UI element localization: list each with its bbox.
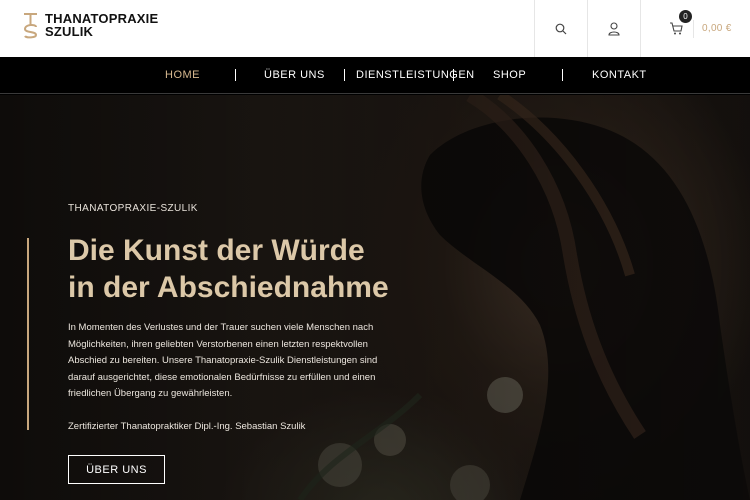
nav-separator [235, 69, 236, 81]
nav-separator [344, 69, 345, 81]
hero-headline-line2: in der Abschiednahme [68, 271, 389, 304]
hero-description: In Momenten des Verlustes und der Trauer… [68, 322, 378, 399]
nav-separator [562, 69, 563, 81]
cart-button[interactable]: 0 0,00 € [640, 0, 750, 57]
cart-divider [693, 19, 694, 38]
cart-total: 0,00 € [702, 23, 732, 34]
hero-headline: Die Kunst der Würde in der Abschiednahme [68, 232, 468, 306]
cart-icon [670, 22, 683, 35]
nav-shop[interactable]: SHOP [493, 57, 526, 93]
ts-monogram-icon [23, 12, 38, 38]
search-icon [555, 23, 567, 34]
hero-eyebrow: THANATOPRAXIE-SZULIK [68, 203, 198, 214]
search-button[interactable] [534, 0, 587, 57]
hero-credit: Zertifizierter Thanatopraktiker Dipl.-In… [68, 421, 306, 432]
site-header: THANATOPRAXIE SZULIK 0 0,00 € [0, 0, 750, 57]
cart-count-badge: 0 [679, 10, 692, 23]
account-button[interactable] [587, 0, 640, 57]
hero-headline-line1: Die Kunst der Würde [68, 234, 365, 267]
brand-name: THANATOPRAXIE SZULIK [45, 12, 158, 38]
nav-home[interactable]: HOME [165, 57, 200, 93]
hero-accent-line [27, 238, 29, 430]
user-icon [608, 21, 620, 36]
site-logo[interactable]: THANATOPRAXIE SZULIK [22, 10, 158, 40]
nav-kontakt[interactable]: KONTAKT [592, 57, 647, 93]
main-navigation: HOME ÜBER UNS DIENSTLEISTUNGEN SHOP KONT… [0, 57, 750, 94]
nav-ueber-uns[interactable]: ÜBER UNS [264, 57, 325, 93]
about-us-button[interactable]: ÜBER UNS [68, 455, 165, 484]
nav-dienstleistungen[interactable]: DIENSTLEISTUNGEN [356, 57, 475, 93]
nav-separator [453, 69, 454, 81]
brand-name-line2: SZULIK [45, 24, 94, 39]
